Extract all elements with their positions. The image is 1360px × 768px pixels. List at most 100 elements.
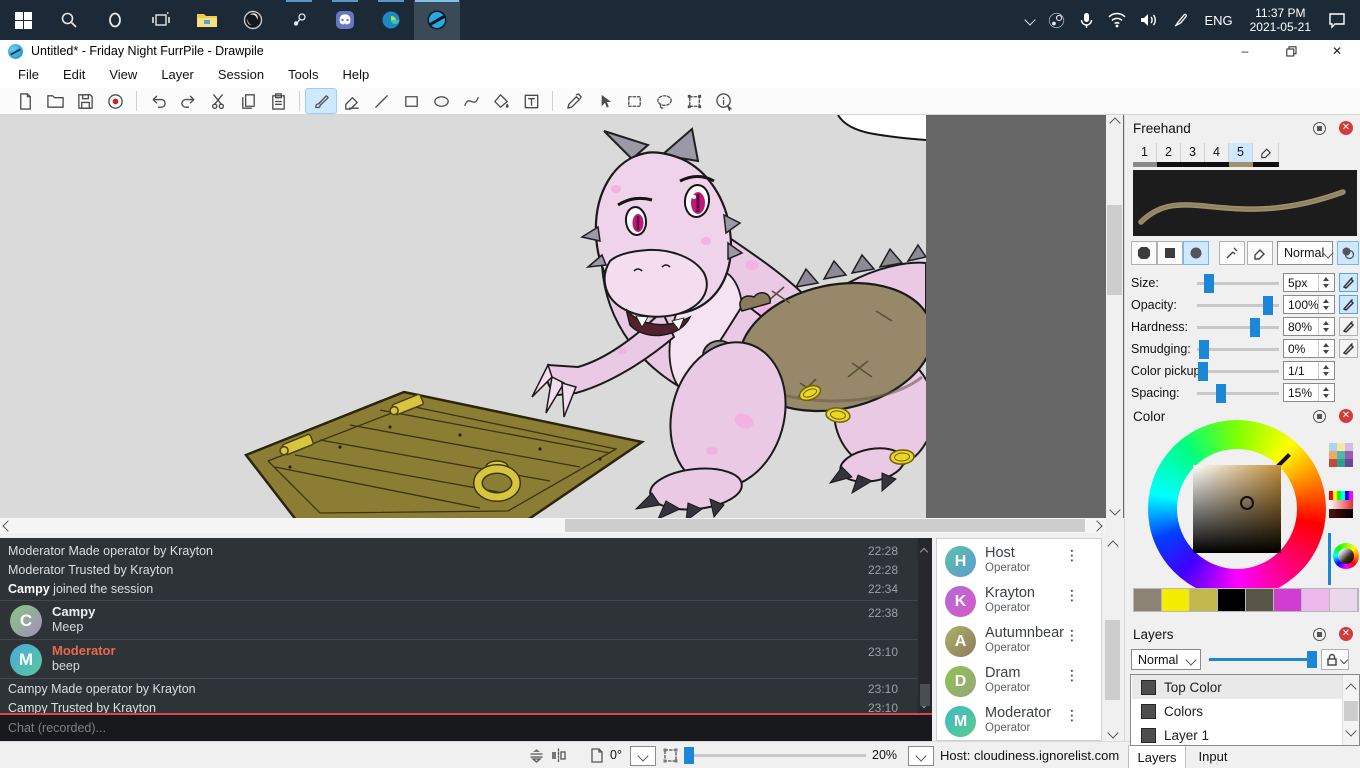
- setting-slider-track[interactable]: [1197, 348, 1279, 351]
- menu-view[interactable]: View: [97, 62, 149, 88]
- pressure-toggle-button[interactable]: [1339, 295, 1358, 314]
- layer-blend-mode-dropdown[interactable]: Normal: [1131, 649, 1201, 670]
- chat-scroll-thumb[interactable]: [920, 684, 930, 706]
- taskbar-cortana-button[interactable]: [92, 0, 138, 40]
- zoom-dropdown[interactable]: [908, 746, 934, 766]
- eraser-slot[interactable]: [1253, 143, 1279, 162]
- setting-slider-handle[interactable]: [1204, 274, 1214, 293]
- tray-language[interactable]: ENG: [1197, 0, 1239, 40]
- user-menu-button[interactable]: ⋮: [1065, 547, 1079, 564]
- user-row[interactable]: K Krayton Operator ⋮: [937, 583, 1101, 623]
- palette-button[interactable]: [1329, 443, 1353, 467]
- setting-spinbox[interactable]: 1/1: [1283, 361, 1335, 380]
- layer-visibility-glyph[interactable]: [1141, 704, 1156, 719]
- setting-spinbox[interactable]: 100%: [1283, 295, 1335, 314]
- layer-list-scrollbar[interactable]: [1342, 675, 1359, 745]
- setting-slider-handle[interactable]: [1199, 340, 1209, 359]
- transform-tool-button[interactable]: [679, 89, 709, 113]
- menu-tools[interactable]: Tools: [276, 62, 330, 88]
- fit-canvas-button[interactable]: [662, 747, 679, 768]
- tray-show-hidden-icons[interactable]: [1019, 0, 1041, 40]
- cut-button[interactable]: [203, 89, 233, 113]
- tray-clock[interactable]: 11:37 PM 2021-05-21: [1240, 6, 1321, 34]
- spinbox-arrows[interactable]: [1318, 362, 1333, 379]
- select-lasso-tool-button[interactable]: [649, 89, 679, 113]
- action-center-button[interactable]: [1321, 0, 1360, 40]
- undo-button[interactable]: [143, 89, 173, 113]
- layer-visibility-glyph[interactable]: [1141, 680, 1156, 695]
- palette-swatch[interactable]: [1190, 589, 1218, 611]
- spinbox-arrows[interactable]: [1318, 384, 1333, 401]
- user-row[interactable]: H Host Operator ⋮: [937, 543, 1101, 583]
- menu-help[interactable]: Help: [330, 62, 381, 88]
- tray-pen[interactable]: [1165, 0, 1197, 40]
- taskbar-file-explorer[interactable]: [184, 0, 230, 40]
- user-menu-button[interactable]: ⋮: [1065, 707, 1079, 724]
- layer-opacity-handle[interactable]: [1307, 651, 1317, 668]
- setting-slider-handle[interactable]: [1250, 318, 1260, 337]
- scroll-down-arrow[interactable]: [1106, 502, 1123, 518]
- scroll-right-arrow[interactable]: [1089, 518, 1105, 533]
- brush-shape-soft-button[interactable]: [1183, 241, 1209, 265]
- line-tool-button[interactable]: [366, 89, 396, 113]
- eraser-tool-button[interactable]: [336, 89, 366, 113]
- maximize-restore-button[interactable]: [1268, 40, 1314, 62]
- menu-edit[interactable]: Edit: [51, 62, 97, 88]
- taskbar-obs[interactable]: [230, 0, 276, 40]
- user-menu-button[interactable]: ⋮: [1065, 627, 1079, 644]
- menu-session[interactable]: Session: [206, 62, 276, 88]
- user-menu-button[interactable]: ⋮: [1065, 587, 1079, 604]
- close-button[interactable]: ✕: [1314, 40, 1360, 62]
- zoom-slider-track[interactable]: [684, 754, 866, 757]
- chat-scrollbar[interactable]: [918, 538, 932, 716]
- tray-microphone[interactable]: [1072, 0, 1101, 40]
- panel-close-button[interactable]: ✕: [1339, 627, 1353, 641]
- chat-message-area[interactable]: Moderator Made operator by Krayton22:28 …: [0, 538, 932, 716]
- start-button[interactable]: [0, 0, 46, 40]
- layer-lock-button[interactable]: [1321, 649, 1349, 670]
- horizontal-scroll-thumb[interactable]: [565, 519, 1085, 532]
- layer-list[interactable]: Top Color Colors Layer 1: [1130, 674, 1360, 746]
- layer-scroll-thumb[interactable]: [1344, 701, 1358, 721]
- rotation-reset-icon[interactable]: [588, 747, 605, 768]
- brush-slot-2[interactable]: 2: [1157, 143, 1181, 162]
- pressure-toggle-button[interactable]: [1339, 317, 1358, 336]
- color-harmony-wheel-icon[interactable]: [1333, 543, 1359, 569]
- annotation-tool-button[interactable]: [516, 89, 546, 113]
- scroll-up-arrow[interactable]: [1104, 538, 1121, 554]
- user-row[interactable]: M Moderator Operator ⋮: [937, 703, 1101, 741]
- user-row[interactable]: A Autumnbear Operator ⋮: [937, 623, 1101, 663]
- taskbar-discord[interactable]: [322, 0, 368, 40]
- record-session-button[interactable]: [100, 89, 130, 113]
- taskbar-search-button[interactable]: [46, 0, 92, 40]
- spinbox-arrows[interactable]: [1318, 296, 1333, 313]
- color-sliders-button[interactable]: [1329, 491, 1353, 518]
- brush-slot-5-selected[interactable]: 5: [1229, 143, 1253, 162]
- layer-row[interactable]: Colors: [1132, 699, 1342, 723]
- tray-volume[interactable]: [1133, 0, 1165, 40]
- minimize-button[interactable]: –: [1222, 40, 1268, 62]
- user-list-scroll-thumb[interactable]: [1105, 620, 1120, 700]
- brush-shape-square-button[interactable]: [1157, 241, 1183, 265]
- brush-slot-4[interactable]: 4: [1205, 143, 1229, 162]
- panel-close-button[interactable]: ✕: [1339, 121, 1353, 135]
- sv-marker[interactable]: [1240, 496, 1254, 510]
- chat-input[interactable]: Chat (recorded)...: [0, 715, 932, 741]
- taskbar-drawpile-active[interactable]: [414, 0, 460, 40]
- incremental-paint-button[interactable]: [1337, 241, 1359, 265]
- setting-spinbox[interactable]: 5px: [1283, 273, 1335, 292]
- new-document-button[interactable]: [10, 89, 40, 113]
- laser-pointer-tool-button[interactable]: [589, 89, 619, 113]
- scroll-left-arrow[interactable]: [0, 518, 16, 533]
- spinbox-arrows[interactable]: [1318, 340, 1333, 357]
- paste-button[interactable]: [263, 89, 293, 113]
- spinbox-arrows[interactable]: [1318, 274, 1333, 291]
- flip-vertical-button[interactable]: [528, 747, 545, 768]
- taskbar-edge[interactable]: [368, 0, 414, 40]
- eraser-mode-button[interactable]: [1247, 241, 1273, 265]
- brush-shape-round-pixel-button[interactable]: [1131, 241, 1157, 265]
- taskbar-steam[interactable]: [276, 0, 322, 40]
- canvas-artwork[interactable]: [0, 115, 926, 518]
- menu-layer[interactable]: Layer: [149, 62, 206, 88]
- brush-slot-1[interactable]: 1: [1133, 143, 1157, 162]
